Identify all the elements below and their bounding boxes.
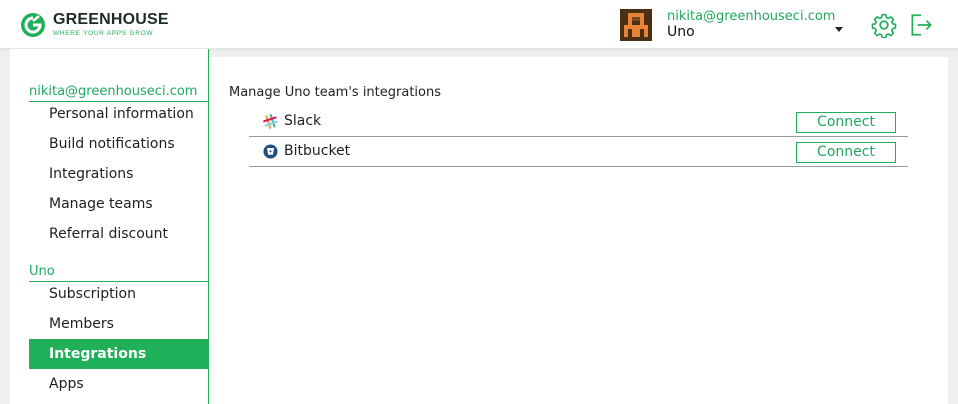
integration-row-bitbucket: Bitbucket Connect xyxy=(249,137,908,167)
logout-icon[interactable] xyxy=(908,12,934,38)
bitbucket-icon xyxy=(263,144,278,159)
user-switcher[interactable]: nikita@greenhouseci.com Uno xyxy=(667,9,835,40)
sidebar-item-account-integrations[interactable]: Integrations xyxy=(29,159,209,189)
sidebar-item-members[interactable]: Members xyxy=(29,309,209,339)
avatar[interactable] xyxy=(620,9,652,41)
sidebar-item-apps[interactable]: Apps xyxy=(29,369,209,399)
user-email: nikita@greenhouseci.com xyxy=(667,9,836,24)
top-header: GREENHOUSE WHERE YOUR APPS GROW nikita@g… xyxy=(0,0,958,49)
connect-bitbucket-button[interactable]: Connect xyxy=(796,142,896,163)
integration-name: Bitbucket xyxy=(284,143,351,159)
brand-name: GREENHOUSE xyxy=(53,11,169,28)
integration-row-slack: Slack Connect xyxy=(249,107,908,137)
connect-slack-button[interactable]: Connect xyxy=(796,112,896,133)
sidebar-item-referral-discount[interactable]: Referral discount xyxy=(29,219,209,249)
settings-sidebar: nikita@greenhouseci.com Personal informa… xyxy=(10,49,209,404)
sidebar-item-subscription[interactable]: Subscription xyxy=(29,279,209,309)
current-team: Uno xyxy=(667,24,695,40)
sidebar-item-manage-teams[interactable]: Manage teams xyxy=(29,189,209,219)
slack-icon xyxy=(263,114,278,129)
sidebar-item-team-integrations[interactable]: Integrations xyxy=(29,339,209,369)
integration-name: Slack xyxy=(284,113,322,129)
greenhouse-logo-icon xyxy=(21,13,45,37)
sidebar-item-build-notifications[interactable]: Build notifications xyxy=(29,129,209,159)
sidebar-item-personal-information[interactable]: Personal information xyxy=(29,99,209,129)
greenhouse-logo[interactable]: GREENHOUSE WHERE YOUR APPS GROW xyxy=(20,10,169,40)
chevron-down-icon[interactable] xyxy=(835,27,843,32)
brand-tagline: WHERE YOUR APPS GROW xyxy=(53,30,154,37)
gear-icon[interactable] xyxy=(871,12,897,38)
page-title: Manage Uno team's integrations xyxy=(229,85,441,100)
